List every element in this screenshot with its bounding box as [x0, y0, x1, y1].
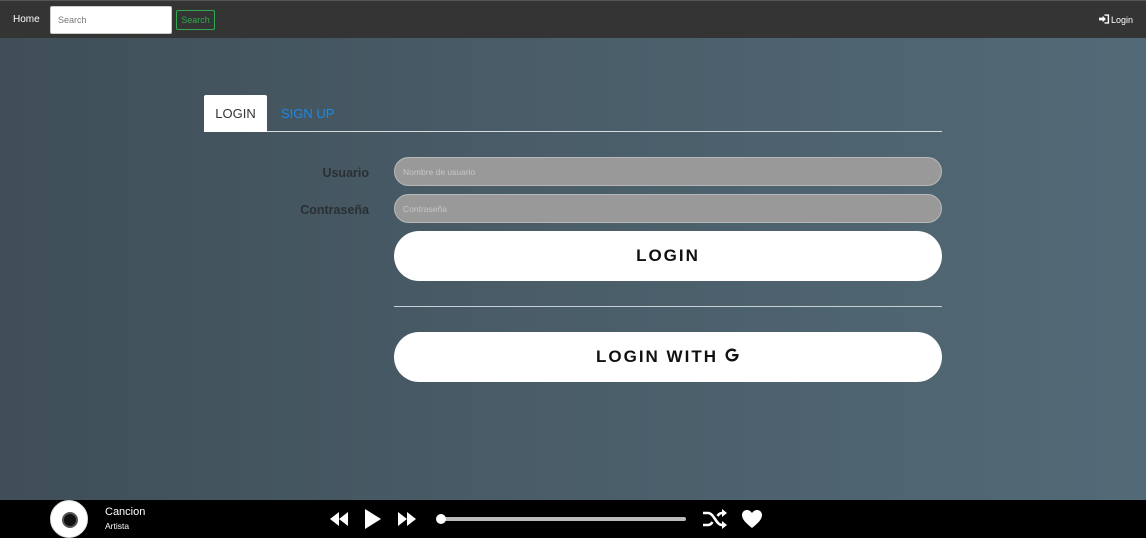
- disc-icon: [50, 500, 88, 538]
- password-input[interactable]: [394, 194, 942, 223]
- google-button-label: LOGIN WITH: [596, 347, 718, 366]
- login-button[interactable]: LOGIN: [394, 231, 942, 281]
- play-icon[interactable]: [364, 508, 382, 530]
- google-g-icon: [718, 347, 740, 368]
- song-title: Cancion: [105, 506, 146, 518]
- shuffle-icon[interactable]: [702, 509, 728, 529]
- backward-icon[interactable]: [329, 509, 349, 529]
- divider: [394, 306, 942, 307]
- auth-tabs: LOGIN SIGN UP: [204, 95, 942, 132]
- search-input[interactable]: [50, 6, 172, 34]
- navbar: Home Search Login: [0, 0, 1146, 38]
- tab-login[interactable]: LOGIN: [204, 95, 267, 132]
- progress-thumb[interactable]: [436, 514, 446, 524]
- nav-login-label: Login: [1110, 15, 1133, 25]
- progress-bar[interactable]: [436, 514, 686, 524]
- username-input[interactable]: [394, 157, 942, 186]
- tab-sign-up[interactable]: SIGN UP: [281, 95, 334, 132]
- home-link[interactable]: Home: [13, 14, 40, 25]
- sign-in-icon: [1098, 14, 1110, 26]
- heart-icon[interactable]: [741, 509, 763, 529]
- music-player: Cancion Artista: [0, 500, 1146, 538]
- search-button[interactable]: Search: [176, 10, 215, 30]
- forward-icon[interactable]: [397, 509, 417, 529]
- login-button-label: LOGIN: [636, 246, 700, 265]
- username-label: Usuario: [322, 166, 369, 180]
- login-with-google-button[interactable]: LOGIN WITH: [394, 332, 942, 382]
- song-artist: Artista: [105, 521, 130, 531]
- nav-login-link[interactable]: Login: [1098, 14, 1133, 26]
- password-label: Contraseña: [300, 203, 369, 217]
